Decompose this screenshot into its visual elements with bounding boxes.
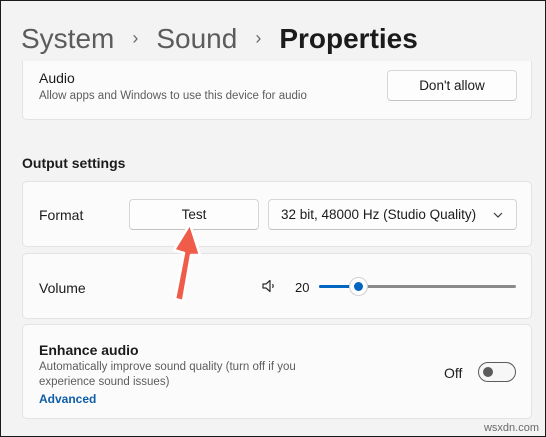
settings-window: System › Sound › Properties Audio Allow …	[0, 0, 546, 437]
format-selected-value: 32 bit, 48000 Hz (Studio Quality)	[281, 207, 477, 222]
audio-card: Audio Allow apps and Windows to use this…	[22, 61, 532, 120]
format-dropdown[interactable]: 32 bit, 48000 Hz (Studio Quality)	[268, 199, 517, 230]
breadcrumb-system[interactable]: System	[21, 23, 114, 55]
enhance-audio-description-line2: experience sound issues)	[39, 376, 170, 388]
breadcrumb: System › Sound › Properties	[21, 19, 418, 59]
volume-card: Volume 20	[22, 253, 532, 319]
format-label: Format	[39, 207, 84, 223]
format-card: Format Test 32 bit, 48000 Hz (Studio Qua…	[22, 181, 532, 247]
toggle-knob	[483, 367, 493, 377]
enhance-audio-card: Enhance audio Automatically improve soun…	[22, 324, 532, 419]
enhance-audio-toggle[interactable]	[478, 362, 516, 382]
enhance-audio-description-line1: Automatically improve sound quality (tur…	[39, 361, 296, 373]
advanced-link[interactable]: Advanced	[39, 392, 96, 406]
watermark: wsxdn.com	[483, 422, 539, 434]
test-button[interactable]: Test	[129, 199, 259, 230]
audio-title: Audio	[39, 70, 75, 86]
volume-slider-thumb[interactable]	[350, 278, 367, 295]
dont-allow-button[interactable]: Don't allow	[387, 70, 517, 101]
audio-description: Allow apps and Windows to use this devic…	[39, 90, 307, 102]
toggle-state-label: Off	[444, 365, 463, 381]
enhance-audio-title: Enhance audio	[39, 342, 139, 358]
page-title: Properties	[279, 23, 418, 54]
volume-slider[interactable]	[319, 278, 516, 295]
chevron-right-icon: ›	[255, 27, 262, 48]
volume-label: Volume	[39, 280, 86, 296]
output-settings-heading: Output settings	[22, 155, 126, 171]
volume-value: 20	[295, 280, 310, 295]
chevron-right-icon: ›	[132, 27, 139, 48]
chevron-down-icon	[493, 212, 503, 218]
speaker-icon[interactable]	[261, 278, 277, 294]
breadcrumb-sound[interactable]: Sound	[156, 23, 237, 55]
